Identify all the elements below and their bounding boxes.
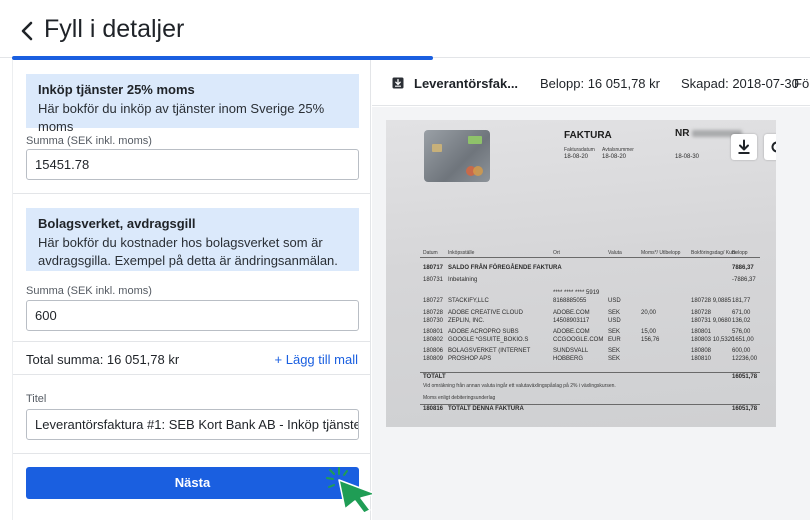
invoice-cell: Inbetalning — [448, 277, 478, 283]
invoice-cell: **** **** **** 5919 — [553, 290, 600, 296]
divider — [13, 374, 371, 375]
invoice-cell: 180717 — [423, 265, 444, 271]
invoice-cell: SALDO FRÅN FÖREGÅENDE FAKTURA — [448, 265, 562, 271]
add-template-link[interactable]: + Lägg till mall — [275, 352, 358, 367]
details-form: Inköp tjänster 25% moms Här bokför du in… — [12, 60, 371, 520]
invoice-cell: 180731 — [423, 277, 444, 283]
invoice-cell: 14508903117 — [553, 318, 590, 324]
download-button[interactable] — [731, 134, 757, 160]
invoice-cell: SEK — [608, 348, 621, 354]
document-due: Förfa — [794, 76, 810, 91]
divider — [13, 193, 371, 194]
invoice-cell: CCGOOGLE.COM — [553, 337, 604, 343]
invoice-cell: 180808 — [691, 348, 712, 354]
invoice-cell: 180810 — [691, 356, 712, 362]
invoice-cell: 12236,00 — [732, 356, 758, 362]
document-created: Skapad: 2018-07-30 — [681, 76, 799, 91]
page-header: Fyll i detaljer — [0, 0, 810, 58]
invoice-cell: 180728 — [423, 310, 444, 316]
document-viewer: FAKTURA NR Fakturadatum 18-08-20 Avtalsn… — [372, 107, 810, 520]
invoice-cell: 180802 — [423, 337, 444, 343]
invoice-cell: 136,02 — [732, 318, 751, 324]
invoice-cell: 180728 9,0885 — [691, 298, 732, 304]
title-label: Titel — [26, 393, 47, 405]
document-amount: Belopp: 16 051,78 kr — [540, 76, 660, 91]
invoice-cell: EUR — [608, 337, 621, 343]
divider — [13, 453, 371, 454]
info-text: Här bokför du inköp av tjänster inom Sve… — [38, 101, 325, 134]
invoice-nr-label: NR — [675, 128, 690, 139]
chevron-left-icon[interactable] — [18, 19, 38, 43]
invoice-cell: 576,00 — [732, 329, 751, 335]
document-name[interactable]: Leverantörsfak... — [414, 76, 518, 91]
sum-label: Summa (SEK inkl. moms) — [26, 135, 152, 147]
document-toolbar: Leverantörsfak... Belopp: 16 051,78 kr S… — [372, 60, 810, 106]
invoice-cell: GOOGLE *GSUITE_BOKIO.S — [448, 337, 529, 343]
invoice-cell: 180803 10,5320 — [691, 337, 735, 343]
invoice-image: FAKTURA NR Fakturadatum 18-08-20 Avtalsn… — [386, 120, 776, 427]
invoice-cell: USD — [608, 318, 621, 324]
invoice-cell: -7886,37 — [732, 277, 756, 283]
invoice-cell: USD — [608, 298, 621, 304]
invoice-heading: FAKTURA — [564, 130, 612, 141]
invoice-cell: ADOBE.COM — [553, 329, 590, 335]
invoice-cell: 20,00 — [641, 310, 657, 316]
rotate-button[interactable] — [764, 134, 776, 160]
sum-input-1[interactable]: 15451.78 — [26, 149, 359, 180]
invoice-cell: 600,00 — [732, 348, 751, 354]
invoice-cell: SEK — [608, 356, 621, 362]
total-sum: Total summa: 16 051,78 kr — [26, 352, 180, 367]
rotate-icon — [771, 141, 776, 153]
info-box-service-purchase: Inköp tjänster 25% moms Här bokför du in… — [26, 74, 359, 134]
invoice-cell: 1651,00 — [732, 337, 754, 343]
title-input[interactable]: Leverantörsfaktura #1: SEB Kort Bank AB … — [26, 409, 359, 440]
invoice-cell: 156,76 — [641, 337, 660, 343]
page-title: Fyll i detaljer — [44, 15, 185, 43]
sum-input-2[interactable]: 600 — [26, 300, 359, 331]
invoice-cell: 15,00 — [641, 329, 657, 335]
info-title: Inköp tjänster 25% moms — [38, 82, 195, 97]
invoice-cell: 180806 — [423, 348, 444, 354]
download-box-icon[interactable] — [392, 77, 404, 89]
invoice-cell: 180727 — [423, 298, 444, 304]
invoice-cell: 671,00 — [732, 310, 751, 316]
credit-card-image — [424, 130, 490, 182]
invoice-cell: 180801 — [691, 329, 712, 335]
invoice-cell: 180728 — [691, 310, 712, 316]
invoice-cell: STACKIFY,LLC — [448, 298, 489, 304]
invoice-cell: 180801 — [423, 329, 444, 335]
invoice-cell: 180809 — [423, 356, 444, 362]
info-title: Bolagsverket, avdragsgill — [38, 216, 196, 231]
invoice-cell: 180731 9,0680 — [691, 318, 732, 324]
invoice-cell: 7886,37 — [732, 265, 754, 271]
invoice-cell: ADOBE ACROPRO SUBS — [448, 329, 519, 335]
invoice-cell: ADOBE CREATIVE CLOUD — [448, 310, 523, 316]
invoice-cell: HOBBERG — [553, 356, 584, 362]
invoice-cell: 8168885055 — [553, 298, 587, 304]
sum-label: Summa (SEK inkl. moms) — [26, 285, 152, 297]
divider — [13, 341, 371, 342]
invoice-cell: ADOBE.COM — [553, 310, 590, 316]
invoice-cell: 180730 — [423, 318, 444, 324]
invoice-cell: SEK — [608, 329, 621, 335]
document-panel: Leverantörsfak... Belopp: 16 051,78 kr S… — [372, 60, 810, 520]
invoice-cell: SEK — [608, 310, 621, 316]
info-box-bolagsverket: Bolagsverket, avdragsgill Här bokför du … — [26, 208, 359, 271]
invoice-cell: ZEPLIN, INC. — [448, 318, 485, 324]
next-button[interactable]: Nästa — [26, 467, 359, 499]
download-icon — [738, 139, 750, 154]
invoice-cell: 181,77 — [732, 298, 751, 304]
info-text: Här bokför du kostnader hos bolagsverket… — [38, 235, 338, 268]
invoice-cell: PROSHOP APS — [448, 356, 492, 362]
invoice-cell: BOLAGSVERKET (INTERNET — [448, 348, 531, 354]
invoice-cell: SUNDSVALL — [553, 348, 589, 354]
